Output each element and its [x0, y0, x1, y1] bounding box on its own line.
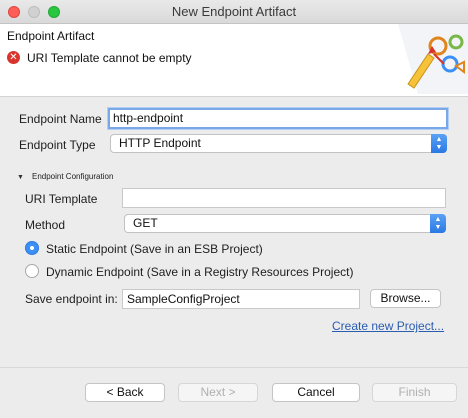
next-button[interactable]: Next > — [178, 383, 258, 402]
banner-title: Endpoint Artifact — [7, 29, 95, 43]
endpoint-type-value: HTTP Endpoint — [119, 136, 201, 150]
endpoint-name-label: Endpoint Name — [19, 112, 102, 126]
endpoint-wizard-graphic-icon — [398, 24, 468, 94]
dynamic-endpoint-label[interactable]: Dynamic Endpoint (Save in a Registry Res… — [46, 265, 353, 279]
wizard-banner: Endpoint Artifact ✕ URI Template cannot … — [0, 24, 468, 97]
method-label: Method — [25, 218, 66, 232]
chevron-updown-icon: ▲ ▼ — [431, 134, 447, 153]
error-message: URI Template cannot be empty — [27, 51, 192, 65]
chevron-updown-icon: ▲ ▼ — [430, 214, 446, 233]
method-value: GET — [133, 216, 158, 230]
uri-template-field[interactable] — [122, 188, 446, 208]
back-button[interactable]: < Back — [85, 383, 165, 402]
endpoint-type-label: Endpoint Type — [19, 138, 96, 152]
endpoint-name-field[interactable]: http-endpoint — [108, 108, 448, 129]
section-title: Endpoint Configuration — [32, 172, 114, 181]
error-icon: ✕ — [7, 51, 20, 64]
uri-template-label: URI Template — [25, 192, 98, 206]
browse-button[interactable]: Browse... — [370, 289, 441, 308]
static-endpoint-label[interactable]: Static Endpoint (Save in an ESB Project) — [46, 242, 263, 256]
method-select[interactable]: GET ▲ ▼ — [124, 214, 446, 233]
endpoint-type-select[interactable]: HTTP Endpoint ▲ ▼ — [110, 134, 447, 153]
static-endpoint-radio[interactable] — [25, 241, 39, 255]
window-title: New Endpoint Artifact — [171, 4, 297, 19]
finish-button[interactable]: Finish — [372, 383, 457, 402]
collapse-triangle-icon[interactable]: ▼ — [17, 174, 24, 181]
footer-divider — [0, 367, 468, 368]
title-bar: New Endpoint Artifact — [0, 0, 468, 24]
create-new-project-link[interactable]: Create new Project... — [332, 319, 444, 333]
cancel-button[interactable]: Cancel — [272, 383, 360, 402]
save-endpoint-field[interactable]: SampleConfigProject — [122, 289, 360, 309]
dynamic-endpoint-radio[interactable] — [25, 264, 39, 278]
save-endpoint-label: Save endpoint in: — [25, 292, 118, 306]
